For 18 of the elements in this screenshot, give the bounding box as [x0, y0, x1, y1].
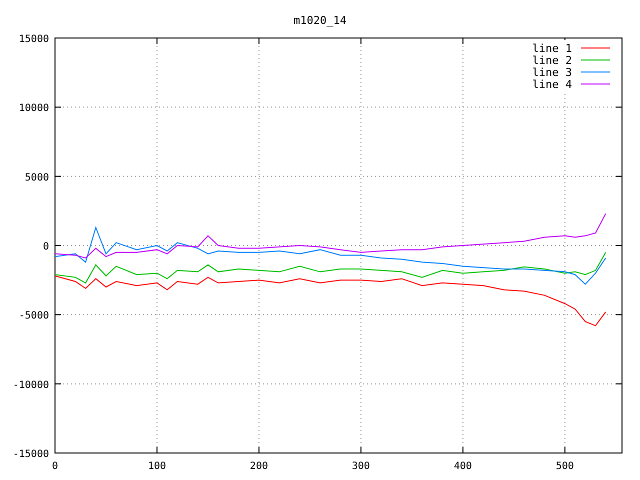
x-tick-label: 500 [556, 461, 574, 472]
y-tick-label: -5000 [18, 310, 49, 322]
y-tick-label: -10000 [12, 380, 49, 391]
y-tick-label: 10000 [18, 103, 49, 114]
x-tick-label: 400 [454, 461, 472, 472]
legend-label: line 2 [532, 54, 572, 67]
legend-label: line 4 [532, 78, 572, 91]
y-tick-label: -15000 [12, 449, 49, 460]
y-tick-label: 5000 [24, 172, 49, 184]
x-tick-label: 300 [352, 461, 370, 472]
legend-label: line 3 [532, 66, 572, 79]
x-tick-label: 0 [52, 461, 58, 472]
x-tick-label: 200 [250, 461, 268, 472]
legend-label: line 1 [532, 42, 572, 55]
chart-title: m1020_14 [294, 14, 346, 27]
y-tick-label: 0 [42, 242, 49, 252]
x-tick-label: 100 [148, 461, 166, 472]
y-tick-label: 15000 [18, 34, 49, 45]
